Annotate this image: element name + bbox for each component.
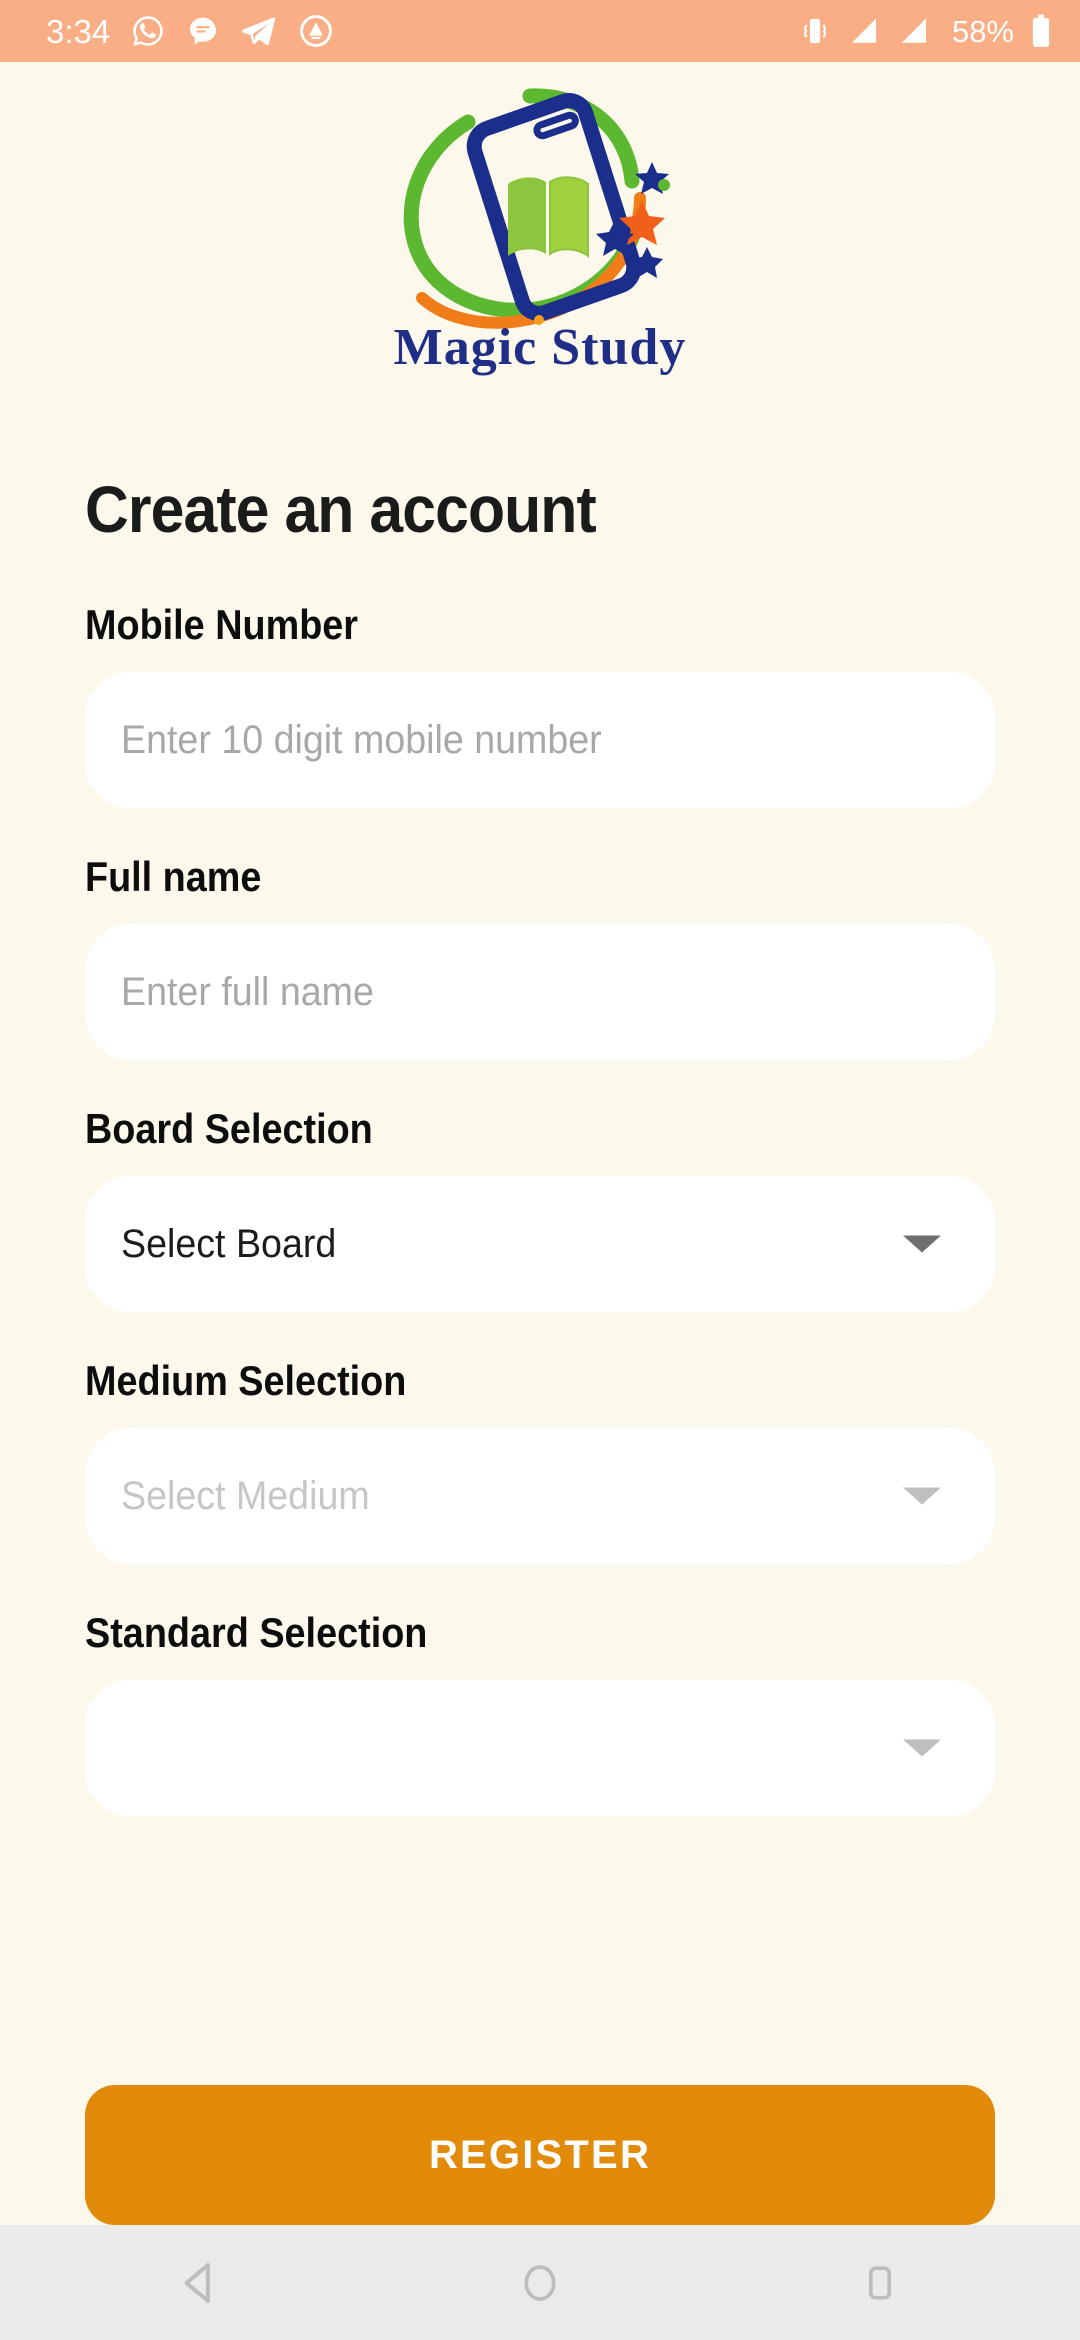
svg-text:Magic Study: Magic Study <box>394 319 687 376</box>
field-group-board-selection: Board Selection Select Board <box>85 1108 995 1312</box>
label-full-name: Full name <box>85 853 262 900</box>
whatsapp-icon <box>133 16 163 46</box>
status-bar: 3:34 58% <box>0 0 1080 62</box>
vibrate-icon <box>804 18 826 44</box>
telegram-icon <box>242 17 276 46</box>
app-screen: 3:34 58% Magic Study Create an account M… <box>0 0 1080 2340</box>
field-group-full-name: Full name Enter full name <box>85 856 995 1060</box>
chevron-down-icon <box>903 1487 941 1505</box>
status-bar-left: 3:34 <box>46 12 334 50</box>
label-medium-selection: Medium Selection <box>85 1357 407 1404</box>
messages-icon <box>190 17 217 45</box>
field-group-standard-selection: Standard Selection <box>85 1612 995 1816</box>
field-group-medium-selection: Medium Selection Select Medium <box>85 1360 995 1564</box>
chevron-down-icon <box>903 1235 941 1253</box>
back-button[interactable] <box>145 2228 255 2338</box>
register-button[interactable]: REGISTER <box>85 2085 995 2225</box>
mobile-number-placeholder: Enter 10 digit mobile number <box>121 718 602 762</box>
battery-icon <box>1032 14 1050 47</box>
medium-selection-value: Select Medium <box>121 1474 370 1518</box>
status-bar-right: 58% <box>798 13 1054 49</box>
home-circle-icon <box>524 2264 556 2301</box>
status-time: 3:34 <box>46 12 111 50</box>
medium-selection-dropdown[interactable]: Select Medium <box>85 1428 995 1564</box>
magic-study-logo-graphic: Magic Study <box>394 88 687 376</box>
page-title: Create an account <box>85 472 597 546</box>
home-button[interactable] <box>485 2228 595 2338</box>
board-selection-dropdown[interactable]: Select Board <box>85 1176 995 1312</box>
full-name-input[interactable]: Enter full name <box>85 924 995 1060</box>
signal-bars-icon-2 <box>901 18 926 43</box>
label-board-selection: Board Selection <box>85 1105 373 1152</box>
label-standard-selection: Standard Selection <box>85 1609 428 1656</box>
standard-selection-dropdown[interactable] <box>85 1680 995 1816</box>
mobile-number-input[interactable]: Enter 10 digit mobile number <box>85 672 995 808</box>
app-logo: Magic Study <box>0 62 1080 376</box>
label-mobile-number: Mobile Number <box>85 601 359 648</box>
full-name-placeholder: Enter full name <box>121 970 374 1014</box>
android-navigation-bar <box>0 2225 1080 2340</box>
battery-percent-label: 58% <box>951 13 1014 49</box>
recents-button[interactable] <box>825 2228 935 2338</box>
signal-bars-icon-1 <box>851 18 876 43</box>
registration-form: Create an account Mobile Number Enter 10… <box>0 376 1080 2340</box>
back-triangle-icon <box>184 2262 210 2303</box>
board-selection-value: Select Board <box>121 1222 337 1266</box>
chevron-down-icon <box>903 1739 941 1757</box>
field-group-mobile-number: Mobile Number Enter 10 digit mobile numb… <box>85 604 995 808</box>
recents-square-icon <box>869 2265 891 2300</box>
app-circle-a-icon <box>300 15 333 47</box>
